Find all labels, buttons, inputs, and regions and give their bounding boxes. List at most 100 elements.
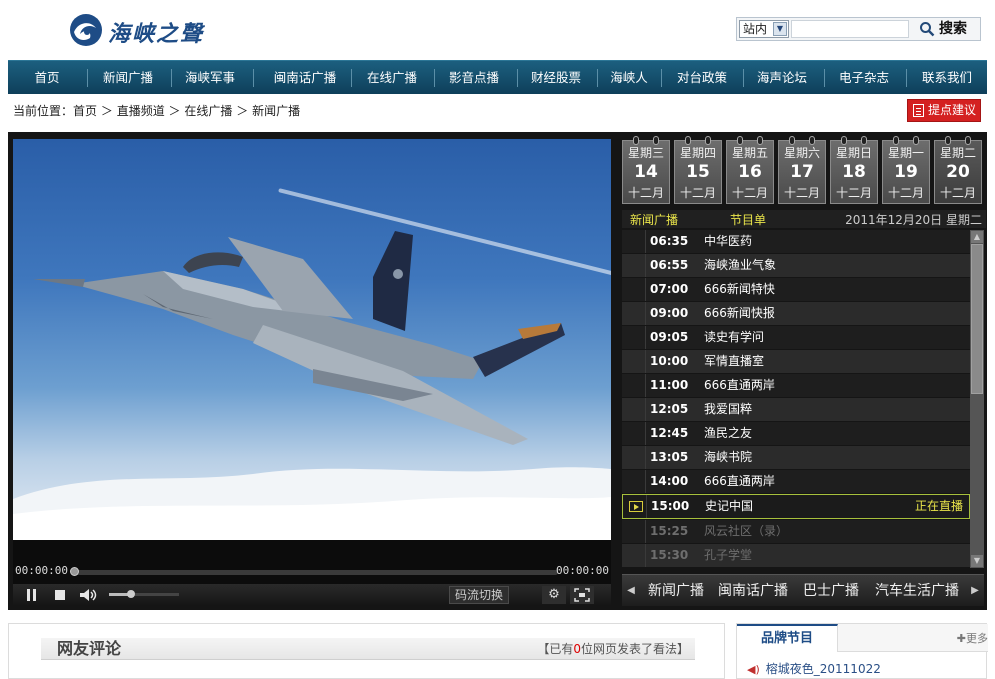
- breadcrumb-bar: 当前位置：首页 ＞ 直播频道 ＞ 在线广播 ＞ 新闻广播 提点建议: [8, 96, 987, 124]
- schedule-row[interactable]: 15:25 风云社区（录）: [622, 520, 970, 543]
- nav-divider: [87, 69, 88, 87]
- breadcrumb-current: 新闻广播: [252, 104, 301, 118]
- search-scope-select[interactable]: 站内 ▼: [739, 20, 789, 38]
- nav-item-taiwan-policy[interactable]: 对台政策: [670, 61, 734, 95]
- channel-car-life-radio[interactable]: 汽车生活广播: [875, 575, 959, 607]
- volume-slider[interactable]: [109, 590, 179, 598]
- date-tab[interactable]: 星期三 14 十二月: [622, 136, 670, 204]
- date-tab[interactable]: 星期一 19 十二月: [882, 136, 930, 204]
- breadcrumb-separator: ＞: [236, 104, 249, 118]
- stream-switch-button[interactable]: 码流切换: [449, 586, 509, 604]
- chevron-right-icon[interactable]: ▶: [966, 575, 984, 607]
- schedule-row-icon-cell: [622, 350, 646, 373]
- stop-button[interactable]: [49, 586, 71, 604]
- speaker-icon: ◀): [747, 663, 760, 676]
- more-link-label: 更多: [966, 632, 988, 645]
- schedule-row[interactable]: 06:35 中华医药: [622, 230, 970, 253]
- nav-item-news-radio[interactable]: 新闻广播: [96, 61, 160, 95]
- wave-logo-icon: [70, 14, 102, 46]
- nav-item-strait-military[interactable]: 海峡军事: [178, 61, 242, 95]
- channel-news-radio[interactable]: 新闻广播: [648, 575, 704, 607]
- date-tab[interactable]: 星期五 16 十二月: [726, 136, 774, 204]
- schedule-row[interactable]: 10:00 军情直播室: [622, 350, 970, 373]
- program-time: 15:30: [650, 548, 689, 562]
- speaker-icon: [80, 589, 97, 601]
- schedule-row[interactable]: 14:00 666直通两岸: [622, 470, 970, 493]
- search-input[interactable]: [791, 20, 909, 38]
- site-logo[interactable]: 海峡之聲: [68, 12, 218, 48]
- fullscreen-button[interactable]: [570, 586, 594, 604]
- breadcrumb-live-channel[interactable]: 直播频道: [117, 104, 165, 118]
- schedule-row-icon-cell: [622, 302, 646, 325]
- gear-icon[interactable]: ⚙: [542, 586, 566, 604]
- schedule-date: 2011年12月20日 星期二: [845, 213, 982, 227]
- nav-item-home[interactable]: 首页: [22, 61, 72, 95]
- program-name: 中华医药: [704, 234, 753, 248]
- nav-item-minnan-radio[interactable]: 闽南话广播: [266, 61, 344, 95]
- pause-button[interactable]: [21, 586, 43, 604]
- nav-item-forum[interactable]: 海声论坛: [750, 61, 814, 95]
- tab-brand-programs[interactable]: 品牌节目: [737, 624, 838, 652]
- date-day: 15: [686, 162, 710, 182]
- program-name: 史记中国: [705, 499, 754, 513]
- volume-handle[interactable]: [127, 590, 135, 598]
- search-button[interactable]: 搜索: [915, 18, 981, 40]
- schedule-row[interactable]: 11:00 666直通两岸: [622, 374, 970, 397]
- total-time: 00:00:00: [556, 564, 609, 577]
- chevron-left-icon[interactable]: ◀: [622, 575, 640, 607]
- schedule-row[interactable]: 06:55 海峡渔业气象: [622, 254, 970, 277]
- scroll-up-icon[interactable]: ▲: [971, 231, 983, 243]
- schedule-row[interactable]: 09:05 读史有学问: [622, 326, 970, 349]
- brand-programs-panel: 品牌节目 ✚更多 ◀) 榕城夜色_20111022: [736, 623, 988, 679]
- nav-divider: [351, 69, 352, 87]
- program-time: 12:45: [650, 426, 689, 440]
- nav-item-e-magazine[interactable]: 电子杂志: [832, 61, 896, 95]
- date-weekday: 星期一: [887, 146, 924, 160]
- program-time: 06:55: [650, 258, 689, 272]
- schedule-scrollbar[interactable]: ▲ ▼: [970, 230, 984, 568]
- chevron-down-icon[interactable]: ▼: [773, 22, 787, 36]
- schedule-row[interactable]: 15:30 孔子学堂: [622, 544, 970, 567]
- schedule-row[interactable]: 09:00 666新闻快报: [622, 302, 970, 325]
- nav-item-strait-people[interactable]: 海峡人: [604, 61, 654, 95]
- date-tab[interactable]: 星期六 17 十二月: [778, 136, 826, 204]
- program-name: 海峡书院: [704, 450, 753, 464]
- schedule-row-icon-cell: [622, 544, 646, 567]
- nav-item-contact[interactable]: 联系我们: [914, 61, 980, 95]
- current-time: 00:00:00: [15, 564, 68, 577]
- schedule-row-live[interactable]: 15:00 史记中国 正在直播: [622, 494, 970, 519]
- channel-minnan-radio[interactable]: 闽南话广播: [718, 575, 788, 607]
- nav-divider: [517, 69, 518, 87]
- scroll-down-icon[interactable]: ▼: [971, 555, 983, 567]
- nav-item-video-on-demand[interactable]: 影音点播: [442, 61, 506, 95]
- nav-item-online-radio[interactable]: 在线广播: [360, 61, 424, 95]
- brand-program-title: 榕城夜色_20111022: [765, 662, 881, 676]
- channel-bus-radio[interactable]: 巴士广播: [803, 575, 859, 607]
- date-tab[interactable]: 星期二 20 十二月: [934, 136, 982, 204]
- breadcrumb-online-radio[interactable]: 在线广播: [184, 104, 232, 118]
- date-tab[interactable]: 星期四 15 十二月: [674, 136, 722, 204]
- schedule-row[interactable]: 12:05 我爱国粹: [622, 398, 970, 421]
- date-day: 16: [738, 162, 762, 182]
- breadcrumb-home[interactable]: 首页: [73, 104, 97, 118]
- date-month: 十二月: [731, 186, 768, 200]
- schedule-row[interactable]: 07:00 666新闻特快: [622, 278, 970, 301]
- brand-program-item[interactable]: ◀) 榕城夜色_20111022: [747, 660, 881, 677]
- more-link[interactable]: ✚更多: [957, 630, 988, 646]
- schedule-row[interactable]: 12:45 渔民之友: [622, 422, 970, 445]
- program-time: 12:05: [650, 402, 689, 416]
- search-box: 站内 ▼ 搜索: [736, 17, 981, 41]
- progress-bar[interactable]: [70, 567, 558, 576]
- schedule-row[interactable]: 13:05 海峡书院: [622, 446, 970, 469]
- suggestion-button[interactable]: 提点建议: [907, 99, 981, 122]
- plus-icon: ✚: [956, 632, 966, 645]
- progress-handle[interactable]: [70, 567, 79, 576]
- date-weekday: 星期三: [627, 146, 664, 160]
- scrollbar-thumb[interactable]: [971, 244, 983, 394]
- date-month: 十二月: [835, 186, 872, 200]
- nav-item-finance[interactable]: 财经股票: [524, 61, 588, 95]
- breadcrumb-separator: ＞: [168, 104, 181, 118]
- date-tab[interactable]: 星期日 18 十二月: [830, 136, 878, 204]
- volume-button[interactable]: [77, 586, 99, 604]
- video-display[interactable]: [13, 139, 611, 540]
